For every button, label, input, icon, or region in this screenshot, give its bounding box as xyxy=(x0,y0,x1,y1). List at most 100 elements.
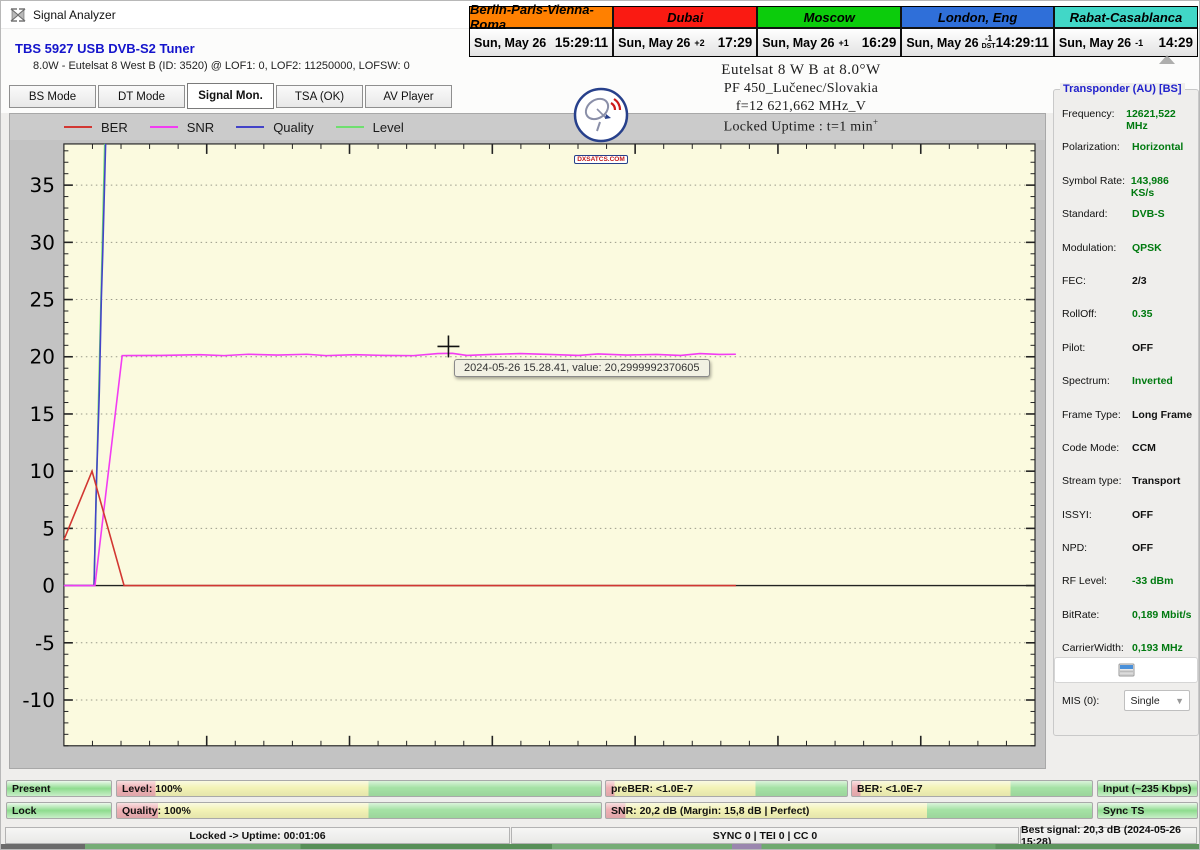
transponder-row-6: RollOff: 0.35 xyxy=(1062,308,1194,341)
transponder-panel-title: Transponder (AU) [BS] xyxy=(1060,83,1185,95)
app-icon xyxy=(10,7,26,22)
transponder-row-3: Standard: DVB-S xyxy=(1062,208,1194,241)
transponder-row-4: Modulation: QPSK xyxy=(1062,242,1194,275)
transponder-row-11: Stream type: Transport xyxy=(1062,475,1194,508)
transponder-value: 12621,522 MHz xyxy=(1126,108,1176,132)
transponder-row-14: RF Level: -33 dBm xyxy=(1062,575,1194,608)
transponder-panel: Transponder (AU) [BS] Frequency: 12621,52… xyxy=(1053,83,1199,736)
svg-text:-5: -5 xyxy=(35,631,55,655)
logo-caption: DXSATCS.COM xyxy=(574,155,628,164)
clock-city-0: Berlin-Paris-Vienna-Roma Sun, May 26 15:29… xyxy=(470,2,615,56)
mis-dropdown[interactable]: Single ▼ xyxy=(1124,690,1190,711)
status-uptime: Locked -> Uptime: 00:01:06 xyxy=(5,827,510,844)
indicator-bar-preber: preBER: <1.0E-7 xyxy=(605,780,848,797)
svg-text:25: 25 xyxy=(30,288,55,312)
transponder-value: CCM xyxy=(1132,441,1156,454)
transponder-row-13: NPD: OFF xyxy=(1062,542,1194,575)
transponder-value: OFF xyxy=(1132,508,1153,521)
clock-city-4: Rabat-Casablanca Sun, May 26 -1 14:29 xyxy=(1054,7,1197,56)
indicator-box-present: Present xyxy=(6,780,112,797)
frequency-line: f=12 621,662 MHz_V xyxy=(735,99,867,114)
transponder-value: 2/3 xyxy=(1132,274,1147,287)
mis-row: MIS (0): Single ▼ xyxy=(1062,690,1190,711)
transponder-value: OFF xyxy=(1132,341,1153,354)
transponder-value: DVB-S xyxy=(1132,208,1165,221)
status-bar: Locked -> Uptime: 00:01:06 SYNC 0 | TEI … xyxy=(1,824,1199,848)
svg-text:10: 10 xyxy=(30,459,55,483)
satellite-name: Eutelsat 8 W B at 8.0°W xyxy=(721,62,881,78)
clock-city-name: London, Eng xyxy=(902,7,1053,29)
clock-city-time: Sun, May 26 -1 DST 14:29:11 xyxy=(902,29,1053,56)
clock-city-time: Sun, May 26 +1 16:29 xyxy=(758,29,901,56)
satellite-info: Eutelsat 8 W B at 8.0°W PF 450_Lučenec/S… xyxy=(621,62,981,136)
indicator-box-sync-ts: Sync TS xyxy=(1097,802,1198,819)
tab-tsa[interactable]: TSA (OK) xyxy=(276,85,363,108)
transponder-label: Stream type: xyxy=(1062,475,1122,488)
svg-text:5: 5 xyxy=(42,516,55,540)
transponder-row-10: Code Mode: CCM xyxy=(1062,442,1194,475)
transponder-value: Inverted xyxy=(1132,375,1173,388)
transport-list-button[interactable] xyxy=(1054,657,1198,683)
clock-city-time: Sun, May 26 +2 17:29 xyxy=(614,29,757,56)
satellite-dish-icon xyxy=(573,87,629,143)
dxsatcs-logo: DXSATCS.COM xyxy=(570,87,632,166)
svg-text:35: 35 xyxy=(30,173,55,197)
transponder-label: ISSYI: xyxy=(1062,508,1092,521)
status-best-signal: Best signal: 20,3 dB (2024-05-26 15:28) xyxy=(1020,824,1197,848)
indicator-bar-ber: BER: <1.0E-7 xyxy=(851,780,1093,797)
transponder-rows: Frequency: 12621,522 MHz Polarization: Hori… xyxy=(1062,108,1194,676)
transponder-label: RF Level: xyxy=(1062,575,1107,588)
indicator-bar-quality: Quality: 100% xyxy=(116,802,602,819)
mis-selected-value: Single xyxy=(1130,694,1160,707)
tab-av-player[interactable]: AV Player xyxy=(365,85,452,108)
transponder-value: Long Frame xyxy=(1132,408,1193,421)
tab-bar: BS Mode DT Mode Signal Mon. TSA (OK) AV … xyxy=(9,83,452,109)
indicator-bar-level: Level: 100% xyxy=(116,780,602,797)
transponder-row-8: Spectrum: Inverted xyxy=(1062,375,1194,408)
indicator-box-input-235-kbps-: Input (~235 Kbps) xyxy=(1097,780,1198,797)
transponder-row-15: BitRate: 0,189 Mbit/s xyxy=(1062,609,1194,642)
clock-city-3: London, Eng Sun, May 26 -1 DST 14:29:11 xyxy=(902,7,1055,56)
chevron-down-icon: ▼ xyxy=(1175,695,1184,706)
signal-chart-panel[interactable]: BER SNR Quality Level -10 -5 0 5 10 15 20 25 30 3… xyxy=(9,113,1046,769)
clock-city-time: Sun, May 26 15:29:11 xyxy=(470,29,613,56)
signal-plot[interactable]: -10 -5 0 5 10 15 20 25 30 35 xyxy=(10,114,1045,769)
transponder-label: Frequency: xyxy=(1062,108,1115,120)
transponder-value: 0,189 Mbit/s xyxy=(1132,608,1192,621)
clock-city-name: Rabat-Casablanca xyxy=(1054,7,1197,29)
svg-text:0: 0 xyxy=(42,574,55,598)
transponder-label: FEC: xyxy=(1062,274,1086,287)
transponder-row-2: Symbol Rate: 143,986 KS/s xyxy=(1062,175,1194,208)
transponder-label: Standard: xyxy=(1062,208,1108,221)
world-clock-panel: Berlin-Paris-Vienna-Roma Sun, May 26 15:29… xyxy=(469,2,1198,57)
transponder-value: 143,986 KS/s xyxy=(1130,174,1169,199)
transponder-label: Symbol Rate: xyxy=(1062,174,1126,187)
window-title: Signal Analyzer xyxy=(33,7,116,22)
list-icon xyxy=(1118,663,1134,677)
svg-text:-10: -10 xyxy=(22,688,55,712)
transponder-row-9: Frame Type: Long Frame xyxy=(1062,409,1194,442)
transponder-label: Modulation: xyxy=(1062,241,1117,254)
svg-text:15: 15 xyxy=(30,402,55,426)
transponder-value: 0,193 MHz xyxy=(1132,642,1183,655)
tab-bs-mode[interactable]: BS Mode xyxy=(9,85,96,108)
tuner-details: 8.0W - Eutelsat 8 West B (ID: 3520) @ LO… xyxy=(33,60,410,72)
transponder-label: Code Mode: xyxy=(1062,441,1120,454)
transponder-row-5: FEC: 2/3 xyxy=(1062,275,1194,308)
transponder-label: Spectrum: xyxy=(1062,375,1110,388)
transponder-value: QPSK xyxy=(1132,241,1162,254)
indicator-bar-snr: SNR: 20,2 dB (Margin: 15,8 dB | Perfect) xyxy=(605,802,1093,819)
clock-city-1: Dubai Sun, May 26 +2 17:29 xyxy=(614,7,759,56)
chart-tooltip: 2024-05-26 15.28.41, value: 20,299999237… xyxy=(454,359,710,377)
tab-dt-mode[interactable]: DT Mode xyxy=(98,85,185,108)
clock-city-name: Moscow xyxy=(758,7,901,29)
clock-city-name: Dubai xyxy=(614,7,757,29)
indicator-box-lock: Lock xyxy=(6,802,112,819)
status-sync-counters: SYNC 0 | TEI 0 | CC 0 xyxy=(511,827,1019,844)
transponder-label: Frame Type: xyxy=(1062,408,1121,421)
tab-signal-mon[interactable]: Signal Mon. xyxy=(187,83,274,109)
transponder-label: Polarization: xyxy=(1062,141,1120,154)
transponder-row-1: Polarization: Horizontal xyxy=(1062,141,1194,174)
transponder-value: Transport xyxy=(1132,475,1181,488)
mis-label: MIS (0): xyxy=(1062,694,1100,707)
